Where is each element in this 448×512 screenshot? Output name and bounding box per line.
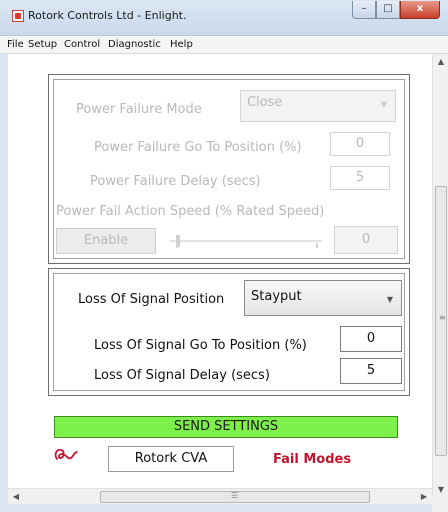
menu-file[interactable]: File [7, 39, 24, 50]
slider-tick [316, 243, 318, 248]
minimize-button[interactable]: – [352, 1, 376, 19]
loss-of-signal-group-inner: Loss Of Signal Position Stayput ▼ Loss O… [53, 273, 405, 391]
loss-of-signal-group: Loss Of Signal Position Stayput ▼ Loss O… [48, 268, 410, 396]
chevron-down-icon: ▼ [380, 100, 387, 109]
menu-setup[interactable]: Setup [28, 39, 57, 50]
window-border-left [0, 54, 8, 504]
loss-of-signal-goto-label: Loss Of Signal Go To Position (%) [94, 338, 307, 353]
send-settings-button[interactable]: SEND SETTINGS [54, 416, 398, 438]
power-failure-delay-field[interactable]: 5 [330, 166, 390, 190]
loss-of-signal-delay-label: Loss Of Signal Delay (secs) [94, 368, 270, 383]
horizontal-scroll-thumb[interactable]: ☰ [100, 491, 370, 503]
power-fail-speed-field[interactable]: 0 [334, 226, 398, 254]
rotork-logo-icon [54, 449, 78, 460]
title-bar: Rotork Controls Ltd - Enlight. – □ x [0, 0, 448, 36]
power-failure-delay-label: Power Failure Delay (secs) [90, 174, 261, 189]
power-failure-goto-label: Power Failure Go To Position (%) [94, 140, 302, 155]
grip-icon: ☰ [231, 491, 239, 500]
scroll-up-icon[interactable]: ▲ [433, 54, 448, 70]
loss-of-signal-delay-field[interactable]: 5 [340, 358, 402, 384]
enable-button[interactable]: Enable [56, 228, 156, 254]
menu-bar: File Setup Control Diagnostic Help [0, 36, 448, 54]
chevron-down-icon: ▼ [386, 295, 393, 304]
power-fail-speed-label: Power Fail Action Speed (% Rated Speed) [56, 204, 325, 219]
window-border-bottom [0, 504, 432, 512]
vertical-scrollbar[interactable]: ▲ ≡ ▼ [432, 54, 448, 498]
vertical-scroll-thumb[interactable]: ≡ [435, 186, 447, 456]
scroll-down-icon[interactable]: ▼ [433, 482, 448, 498]
model-field: Rotork CVA [108, 446, 234, 472]
power-failure-mode-value: Close [247, 95, 283, 110]
horizontal-scrollbar[interactable]: ◀ ☰ ▶ [8, 488, 432, 504]
power-failure-goto-field[interactable]: 0 [330, 132, 390, 156]
close-button[interactable]: x [400, 1, 440, 19]
scroll-right-icon[interactable]: ▶ [416, 489, 432, 505]
power-failure-group: Power Failure Mode Close ▼ Power Failure… [48, 74, 410, 264]
page-name: Fail Modes [273, 452, 352, 467]
power-failure-mode-select[interactable]: Close ▼ [240, 90, 396, 122]
window-title: Rotork Controls Ltd - Enlight. [28, 9, 187, 22]
grip-icon: ≡ [439, 313, 446, 322]
maximize-button[interactable]: □ [376, 1, 400, 19]
scroll-left-icon[interactable]: ◀ [8, 489, 24, 505]
slider-track [170, 240, 322, 242]
power-failure-group-inner: Power Failure Mode Close ▼ Power Failure… [53, 79, 405, 259]
loss-of-signal-position-value: Stayput [251, 289, 302, 304]
app-icon [12, 10, 24, 22]
menu-control[interactable]: Control [64, 39, 100, 50]
loss-of-signal-goto-field[interactable]: 0 [340, 326, 402, 352]
menu-diagnostic[interactable]: Diagnostic [108, 39, 161, 50]
speed-slider[interactable] [166, 232, 326, 250]
power-failure-mode-label: Power Failure Mode [76, 102, 202, 117]
slider-tick [176, 243, 178, 248]
loss-of-signal-position-label: Loss Of Signal Position [78, 292, 225, 307]
loss-of-signal-position-select[interactable]: Stayput ▼ [244, 280, 402, 316]
scrollbar-corner [432, 498, 448, 512]
menu-help[interactable]: Help [170, 39, 193, 50]
